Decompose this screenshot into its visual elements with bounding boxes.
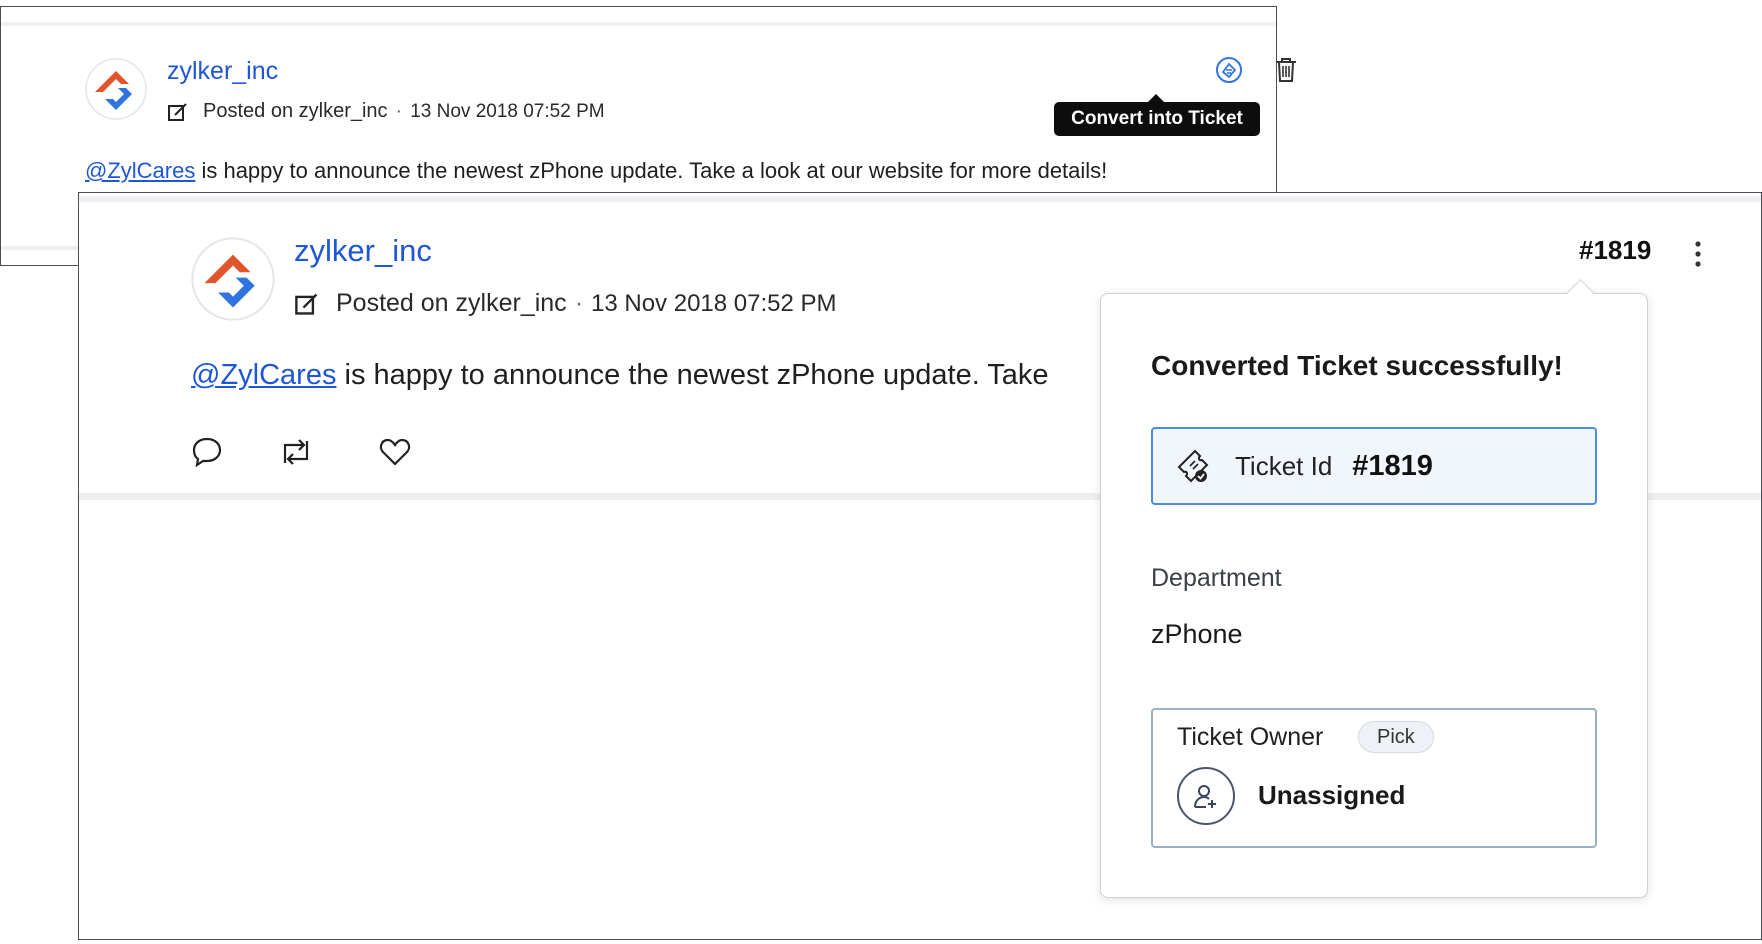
username-link[interactable]: zylker_inc [294, 233, 432, 269]
convert-ticket-icon[interactable] [1214, 55, 1244, 90]
divider [1, 22, 1276, 26]
avatar[interactable] [191, 237, 275, 321]
department-value: zPhone [1151, 619, 1243, 649]
ticket-icon [1175, 447, 1213, 485]
posted-on-label: Posted on zylker_inc [336, 289, 567, 317]
department-label: Department [1151, 564, 1282, 592]
ticket-number-link[interactable]: #1819 [1579, 235, 1651, 266]
trash-icon[interactable] [1273, 56, 1299, 89]
ticket-owner-card: Ticket Owner Pick Unassigned [1151, 708, 1597, 848]
post-body: @ZylCares is happy to announce the newes… [191, 359, 1049, 392]
post-meta: Posted on zylker_inc · 13 Nov 2018 07:52… [167, 100, 605, 123]
ticket-owner-value: Unassigned [1258, 780, 1406, 810]
separator-dot: · [574, 289, 584, 317]
mention-link[interactable]: @ZylCares [85, 158, 195, 183]
post-text: is happy to announce the newest zPhone u… [336, 359, 1049, 391]
add-owner-icon[interactable] [1177, 767, 1235, 825]
ticket-id-card[interactable]: Ticket Id #1819 [1151, 427, 1597, 505]
ticket-owner-label: Ticket Owner [1177, 723, 1324, 751]
divider [79, 196, 1761, 202]
post-text: is happy to announce the newest zPhone u… [195, 158, 1108, 183]
mention-link[interactable]: @ZylCares [191, 359, 336, 391]
username-link[interactable]: zylker_inc [167, 57, 278, 86]
separator-dot: · [395, 100, 403, 122]
avatar[interactable] [85, 58, 147, 120]
post-timestamp: 13 Nov 2018 07:52 PM [591, 289, 837, 317]
more-options-icon[interactable] [1693, 239, 1703, 274]
pick-button[interactable]: Pick [1358, 721, 1434, 753]
posted-on-label: Posted on zylker_inc [203, 100, 388, 122]
edit-post-icon [167, 101, 189, 123]
post-timestamp: 13 Nov 2018 07:52 PM [410, 100, 605, 122]
ticket-id-value[interactable]: #1819 [1352, 450, 1433, 483]
popover-title: Converted Ticket successfully! [1151, 350, 1563, 381]
convert-tooltip: Convert into Ticket [1054, 94, 1260, 136]
post-body: @ZylCares is happy to announce the newes… [85, 158, 1107, 184]
retweet-icon[interactable] [279, 437, 313, 472]
ticket-id-label: Ticket Id [1235, 450, 1333, 481]
ticket-success-popover: Converted Ticket successfully! Ticket Id… [1100, 279, 1648, 898]
heart-icon[interactable] [379, 437, 411, 472]
edit-post-icon [294, 291, 320, 317]
reply-icon[interactable] [191, 435, 223, 472]
post-meta: Posted on zylker_inc · 13 Nov 2018 07:52… [294, 289, 837, 318]
